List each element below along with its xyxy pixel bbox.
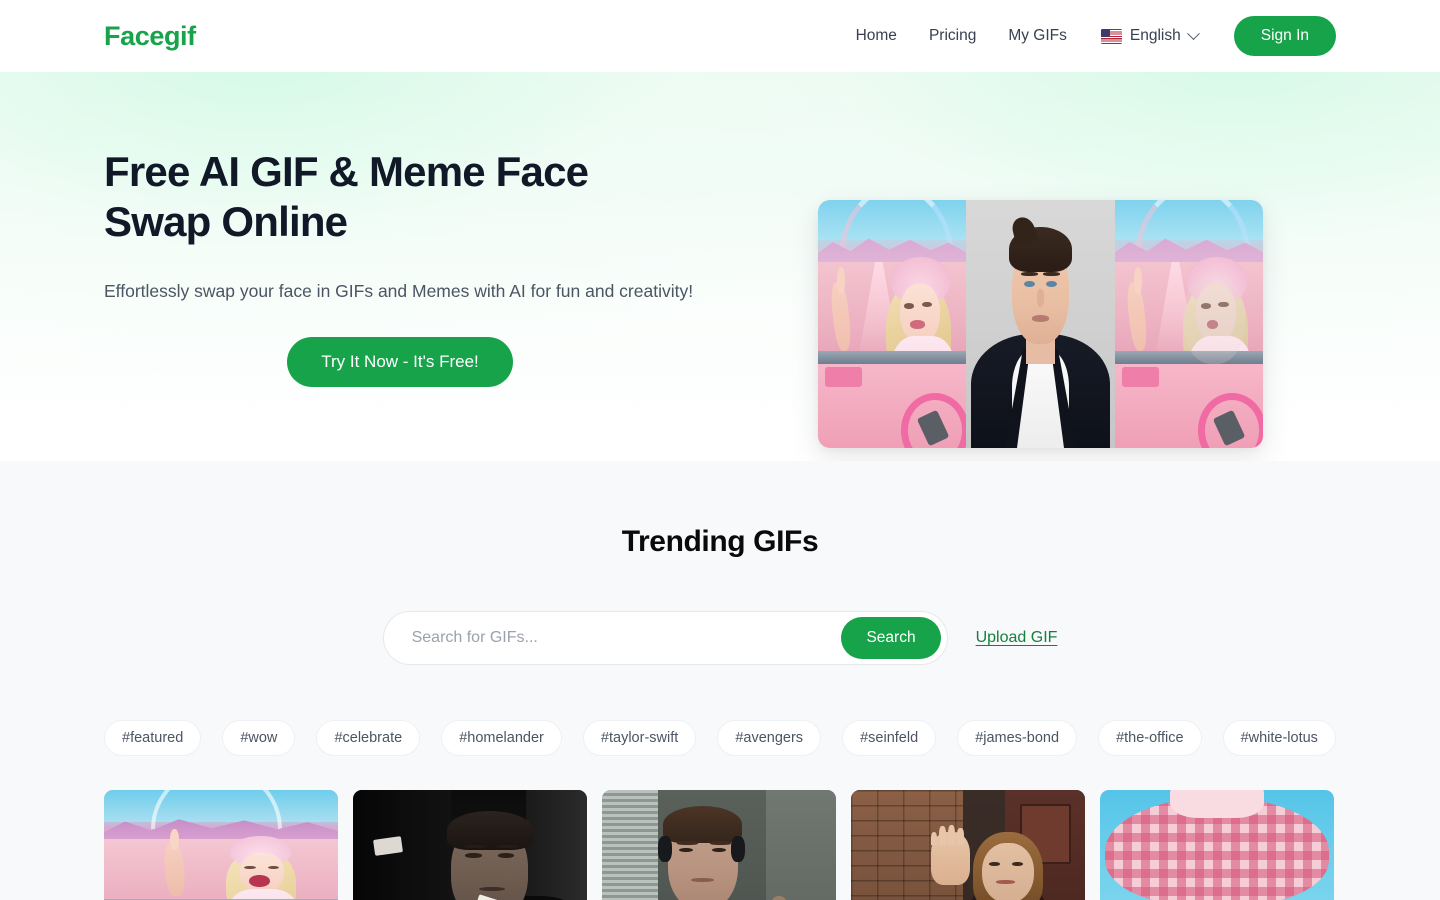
upload-gif-link[interactable]: Upload GIF <box>976 629 1058 647</box>
tag-homelander[interactable]: #homelander <box>441 720 562 757</box>
language-label: English <box>1129 27 1181 44</box>
nav-link-pricing[interactable]: Pricing <box>913 19 992 53</box>
search-button[interactable]: Search <box>841 617 941 659</box>
gif-grid <box>104 790 1336 900</box>
gif-card-james-bond[interactable] <box>353 790 587 900</box>
main-navigation: Home Pricing My GIFs English Sign In <box>840 15 1336 57</box>
tag-featured[interactable]: #featured <box>104 720 202 757</box>
page-title: Free AI GIF & Meme Face Swap Online <box>104 148 589 245</box>
us-flag-icon <box>1100 28 1122 44</box>
gif-card-rachel-wave[interactable] <box>851 790 1085 900</box>
hero-subtitle: Effortlessly swap your face in GIFs and … <box>104 280 694 301</box>
tag-celebrate[interactable]: #celebrate <box>316 720 421 757</box>
tag-seinfeld[interactable]: #seinfeld <box>842 720 937 757</box>
tag-filter-list: #featured #wow #celebrate #homelander #t… <box>104 720 1336 757</box>
tag-white-lotus[interactable]: #white-lotus <box>1222 720 1336 757</box>
trending-section: Trending GIFs Search Upload GIF #feature… <box>0 461 1440 900</box>
language-selector[interactable]: English <box>1083 19 1212 53</box>
hero-cta-wrapper: Try It Now - It's Free! <box>104 336 696 388</box>
hero-copy: Free AI GIF & Meme Face Swap Online Effo… <box>104 141 724 388</box>
sign-in-button[interactable]: Sign In <box>1233 15 1336 57</box>
gif-card-american-psycho[interactable] <box>602 790 836 900</box>
tag-james-bond[interactable]: #james-bond <box>957 720 1078 757</box>
source-gif-barbie <box>818 200 967 448</box>
source-face-elon <box>966 200 1115 448</box>
site-header: Facegif Home Pricing My GIFs English Sig… <box>0 0 1440 72</box>
result-gif-swapped <box>1114 200 1263 448</box>
tag-the-office[interactable]: #the-office <box>1098 720 1202 757</box>
tag-taylor-swift[interactable]: #taylor-swift <box>582 720 697 757</box>
trending-heading: Trending GIFs <box>621 525 819 558</box>
hero-section: Free AI GIF & Meme Face Swap Online Effo… <box>0 72 1440 461</box>
tag-avengers[interactable]: #avengers <box>717 720 822 757</box>
search-row: Search Upload GIF <box>104 611 1336 665</box>
chevron-down-icon <box>1186 26 1200 40</box>
tag-wow[interactable]: #wow <box>222 720 296 757</box>
try-it-now-button[interactable]: Try It Now - It's Free! <box>287 336 513 388</box>
brand-logo[interactable]: Facegif <box>104 22 196 50</box>
search-box: Search <box>382 611 948 665</box>
nav-link-home[interactable]: Home <box>840 19 913 53</box>
search-input[interactable] <box>383 612 842 664</box>
nav-link-my-gifs[interactable]: My GIFs <box>992 19 1083 53</box>
gif-card-barbie-hat-laugh[interactable] <box>1100 790 1334 900</box>
hero-showcase-triptych <box>818 200 1263 448</box>
gif-card-barbie-pointing[interactable] <box>104 790 338 900</box>
